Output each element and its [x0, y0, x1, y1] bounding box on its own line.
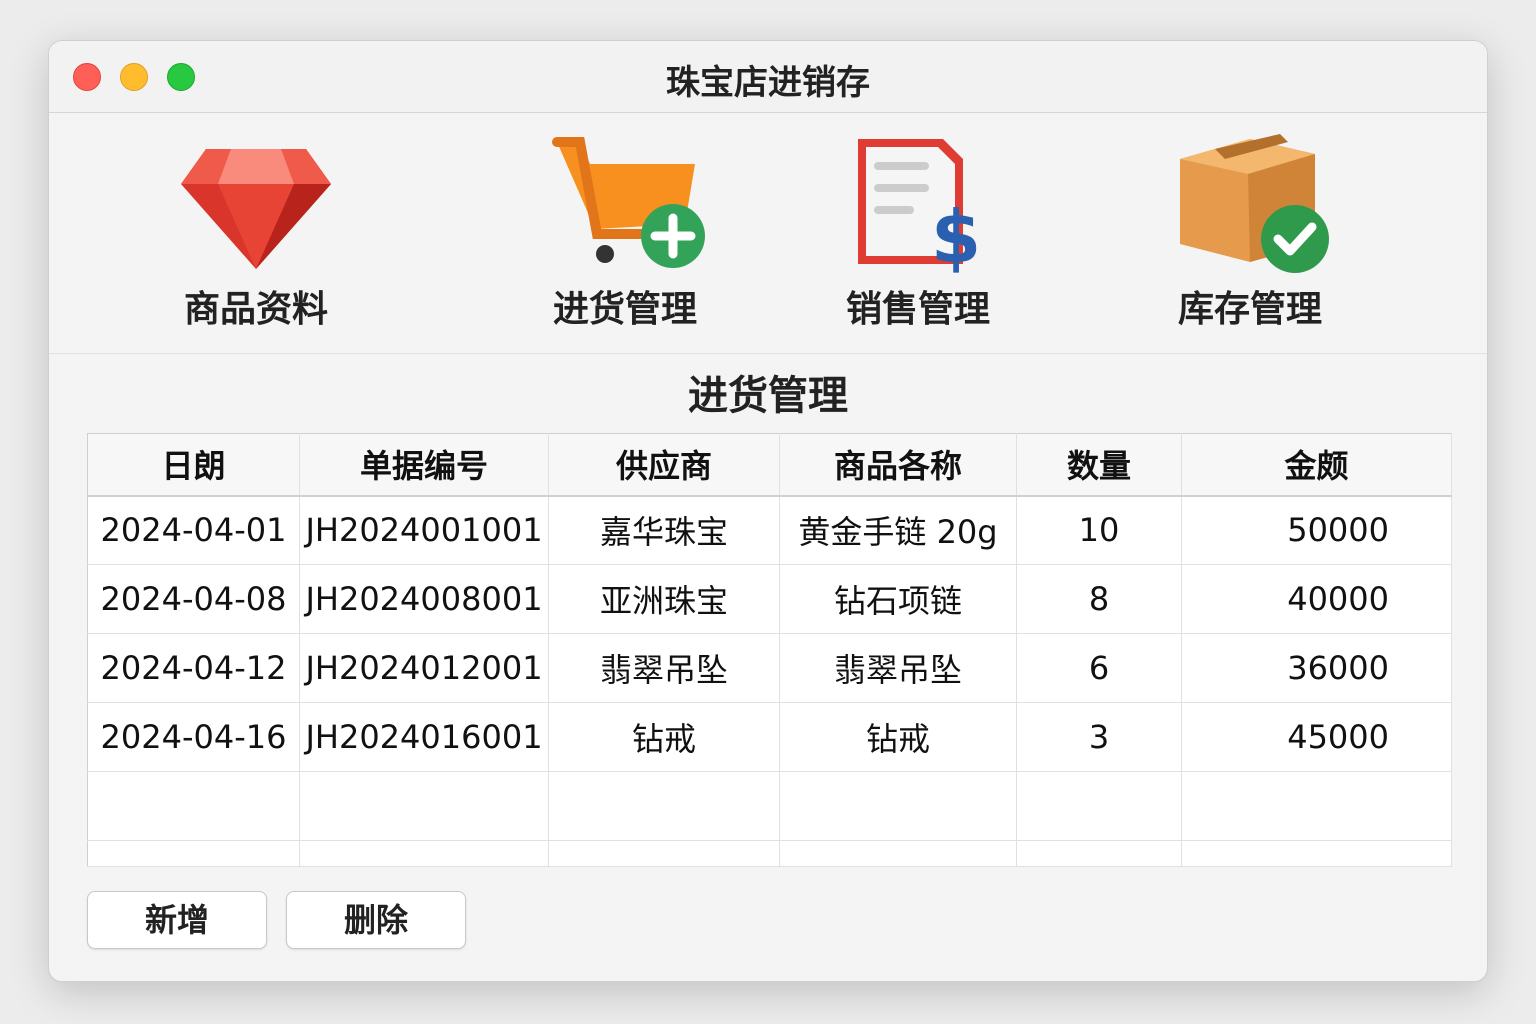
add-button[interactable]: 新增: [87, 891, 267, 949]
empty-cell: [1016, 771, 1182, 841]
gem-icon: [181, 149, 331, 269]
cart-add-icon: [552, 137, 705, 268]
empty-cell: [1181, 771, 1452, 841]
cell-doc-no: JH2024001001: [299, 495, 549, 565]
column-header[interactable]: 金颇: [1181, 433, 1452, 497]
cell-amount: 45000: [1181, 702, 1452, 772]
toolbar-purchase[interactable]: 进货管理: [515, 134, 735, 332]
cell-date: 2024-04-01: [87, 495, 300, 565]
cell-date: 2024-04-12: [87, 633, 300, 703]
cell-amount: 50000: [1181, 495, 1452, 565]
cell-product: 黄金手链 20g: [779, 495, 1017, 565]
empty-cell: [87, 771, 300, 841]
table-row[interactable]: 2024-04-01 JH2024001001 嘉华珠宝 黄金手链 20g 10 5000…: [87, 495, 1452, 565]
empty-cell: [548, 840, 780, 867]
cell-product: 翡翠吊坠: [779, 633, 1017, 703]
table-row[interactable]: 2024-04-08 JH2024008001 亚洲珠宝 钻石项链 8 40000: [87, 564, 1452, 634]
box-check-icon: [1180, 134, 1329, 273]
table-row[interactable]: 2024-04-12 JH2024012001 翡翠吊坠 翡翠吊坠 6 36000: [87, 633, 1452, 703]
empty-cell: [299, 840, 549, 867]
empty-cell: [299, 771, 549, 841]
cell-doc-no: JH2024008001: [299, 564, 549, 634]
empty-row[interactable]: [87, 771, 1452, 841]
toolbar-sales[interactable]: $ 销售管理: [808, 134, 1028, 332]
empty-cell: [1016, 840, 1182, 867]
toolbar-label: 销售管理: [845, 289, 990, 330]
cell-supplier: 翡翠吊坠: [548, 633, 780, 703]
column-header[interactable]: 商品各称: [779, 433, 1017, 497]
column-header[interactable]: 供应商: [548, 433, 780, 497]
toolbar: 商品资料 进货管理 $ 销售管理 库存管理: [49, 114, 1487, 354]
empty-cell: [779, 771, 1017, 841]
cell-date: 2024-04-08: [87, 564, 300, 634]
invoice-dollar-icon: $: [858, 139, 981, 274]
cell-quantity: 10: [1016, 495, 1182, 565]
toolbar-label: 库存管理: [1177, 289, 1322, 330]
delete-button[interactable]: 删除: [286, 891, 466, 949]
cell-supplier: 钻戒: [548, 702, 780, 772]
toolbar-inventory[interactable]: 库存管理: [1140, 134, 1360, 332]
title-bar: 珠宝店进销存: [49, 41, 1487, 113]
cell-date: 2024-04-16: [87, 702, 300, 772]
toolbar-label: 商品资料: [183, 289, 328, 330]
cell-quantity: 8: [1016, 564, 1182, 634]
empty-row[interactable]: [87, 840, 1452, 867]
cell-supplier: 亚洲珠宝: [548, 564, 780, 634]
cell-doc-no: JH2024016001: [299, 702, 549, 772]
column-header[interactable]: 单据编号: [299, 433, 549, 497]
cell-amount: 40000: [1181, 564, 1452, 634]
empty-cell: [1181, 840, 1452, 867]
svg-text:$: $: [931, 195, 981, 274]
purchase-table: 日朗 单据编号 供应商 商品各称 数量 金颇 2024-04-01 JH20240…: [87, 433, 1452, 867]
section-title: 进货管理: [688, 373, 848, 419]
table-row[interactable]: 2024-04-16 JH2024016001 钻戒 钻戒 3 45000: [87, 702, 1452, 772]
cell-doc-no: JH2024012001: [299, 633, 549, 703]
app-window: 珠宝店进销存 商品资料 进货管理 $ 销售管理 库存管理 进货管理 日朗 单据编…: [48, 40, 1488, 982]
table-header: 日朗 单据编号 供应商 商品各称 数量 金颇: [87, 433, 1452, 497]
empty-cell: [548, 771, 780, 841]
toolbar-product-info[interactable]: 商品资料: [146, 134, 366, 332]
column-header[interactable]: 数量: [1016, 433, 1182, 497]
cell-quantity: 3: [1016, 702, 1182, 772]
cell-product: 钻石项链: [779, 564, 1017, 634]
cell-supplier: 嘉华珠宝: [548, 495, 780, 565]
cell-amount: 36000: [1181, 633, 1452, 703]
column-header[interactable]: 日朗: [87, 433, 300, 497]
cell-product: 钻戒: [779, 702, 1017, 772]
toolbar-label: 进货管理: [552, 289, 697, 330]
cell-quantity: 6: [1016, 633, 1182, 703]
window-title: 珠宝店进销存: [666, 63, 870, 103]
empty-cell: [779, 840, 1017, 867]
empty-cell: [87, 840, 300, 867]
